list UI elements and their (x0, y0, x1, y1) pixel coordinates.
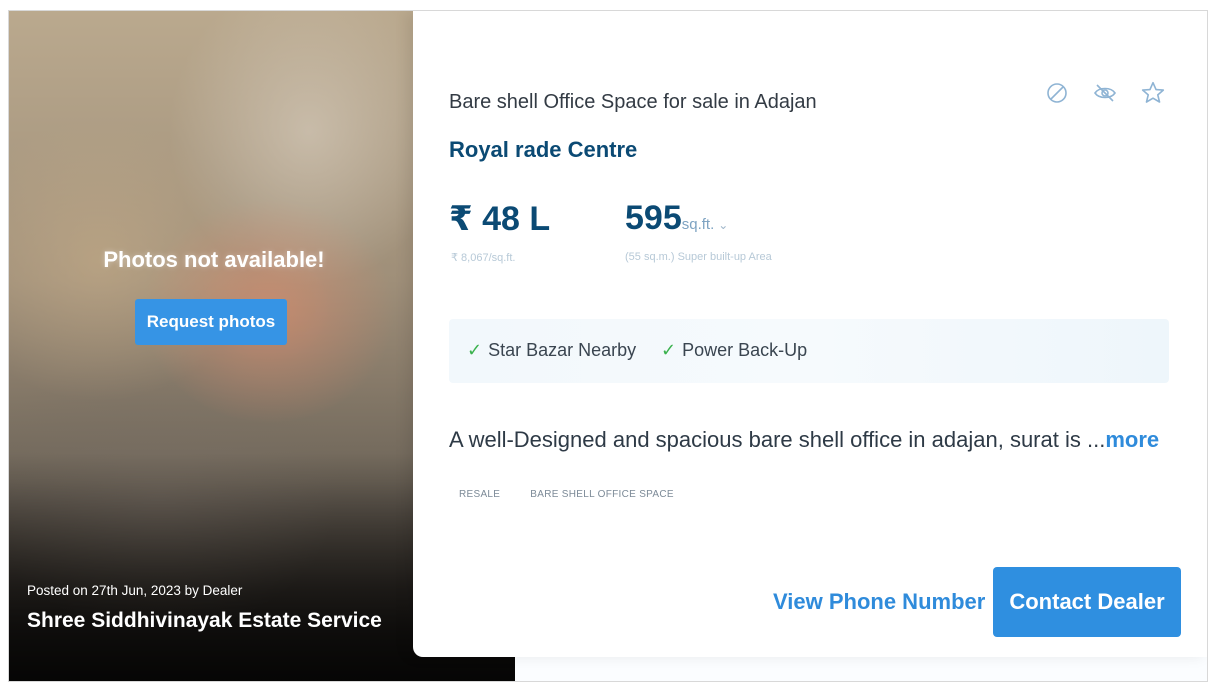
dealer-name[interactable]: Shree Siddhivinayak Estate Service (27, 609, 382, 633)
amenities-strip: ✓ Star Bazar Nearby ✓ Power Back-Up (449, 319, 1169, 383)
listing-details-card: Bare shell Office Space for sale in Adaj… (413, 11, 1207, 657)
price-per-sqft: ₹ 8,067/sq.ft. (451, 252, 516, 264)
listing-description: A well-Designed and spacious bare shell … (449, 427, 1159, 453)
amenity-item: ✓ Star Bazar Nearby (467, 340, 636, 361)
hide-icon[interactable] (1091, 79, 1119, 107)
check-icon: ✓ (661, 340, 677, 360)
check-icon: ✓ (467, 340, 483, 360)
more-link[interactable]: more (1105, 427, 1159, 452)
amenity-label: Power Back-Up (682, 340, 808, 360)
star-icon[interactable] (1139, 79, 1167, 107)
amenity-label: Star Bazar Nearby (488, 340, 637, 360)
posted-info: Posted on 27th Jun, 2023 by Dealer (27, 583, 243, 598)
area-value: 595 (625, 199, 682, 237)
amenity-item: ✓ Power Back-Up (661, 340, 807, 361)
listing-action-icons (1043, 79, 1167, 107)
not-interested-icon[interactable] (1043, 79, 1071, 107)
chevron-down-icon[interactable]: ⌄ (718, 218, 728, 232)
tag-property-type: BARE SHELL OFFICE SPACE (530, 489, 674, 500)
listing-tags: RESALE BARE SHELL OFFICE SPACE (459, 489, 674, 500)
listing-title[interactable]: Bare shell Office Space for sale in Adaj… (449, 91, 817, 114)
request-photos-button[interactable]: Request photos (135, 299, 287, 345)
tag-resale: RESALE (459, 489, 501, 500)
listing-card-frame: Photos not available! Request photos Pos… (8, 10, 1208, 682)
project-name[interactable]: Royal rade Centre (449, 137, 637, 163)
price: ₹ 48 L (449, 200, 551, 238)
description-text: A well-Designed and spacious bare shell … (449, 427, 1106, 452)
area[interactable]: 595sq.ft. ⌄ (625, 199, 728, 238)
contact-dealer-button[interactable]: Contact Dealer (993, 567, 1181, 637)
view-phone-number-link[interactable]: View Phone Number (773, 589, 985, 615)
photos-not-available-text: Photos not available! (103, 247, 325, 272)
area-unit: sq.ft. (681, 216, 715, 233)
area-subtext: (55 sq.m.) Super built-up Area (625, 251, 772, 263)
